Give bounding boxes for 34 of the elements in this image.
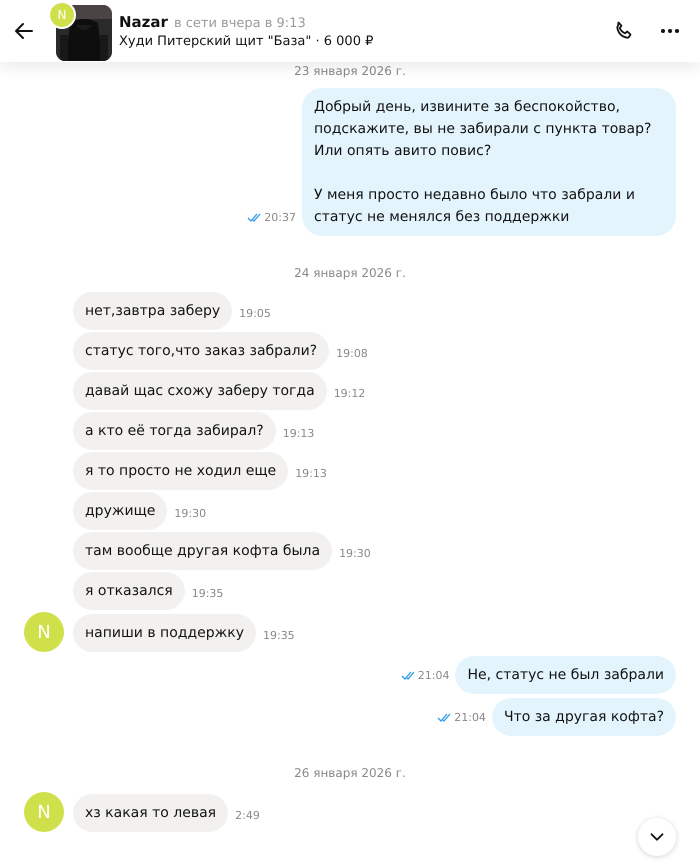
listing-title[interactable]: Худи Питерский щит "База" · 6 000 ₽ [119,34,590,49]
message-bubble[interactable]: дружище [73,492,168,530]
message-bubble[interactable]: статус того,что заказ забрали? [73,332,330,370]
message-bubble[interactable]: Что за другая кофта? [492,698,676,736]
message-time: 21:04 [454,711,486,724]
message-bubble[interactable]: Добрый день, извините за беспокойство, подскажите, вы не забирали с пункта товар? Или опять авито повис? У меня просто недавно было что забрали и статус не менялся без поддержки [302,88,676,236]
message-bubble[interactable]: нет,завтра заберу [73,292,232,330]
message-bubble[interactable]: давай щас схожу заберу тогда [73,372,327,410]
message-bubble[interactable]: напиши в поддержку [73,614,256,652]
date-separator: 26 января 2026 г. [293,765,407,782]
message-time: 19:08 [336,347,368,362]
message-time: 19:13 [282,427,314,442]
message-bubble[interactable]: я то просто не ходил еще [73,452,288,490]
message-time: 19:12 [334,387,366,402]
message-time: 2:49 [235,809,260,824]
message-time: 19:35 [262,629,295,644]
date-separator: 23 января 2026 г. [293,63,407,80]
message-time: 20:37 [264,211,296,224]
message-time: 19:30 [339,547,371,562]
message-bubble[interactable]: там вообще другая кофта была [73,532,332,570]
scroll-down-button[interactable] [638,818,676,856]
message-time: 19:35 [192,587,224,602]
message-bubble[interactable]: а кто её тогда забирал? [73,412,276,450]
message-bubble[interactable]: Не, статус не был забрали [455,656,676,694]
date-separator: 24 января 2026 г. [293,265,407,282]
message-bubble[interactable]: хз какая то левая [73,794,228,832]
message-time: 19:13 [295,467,327,482]
message-bubble[interactable]: я отказался [73,572,185,610]
online-status: в сети вчера в 9:13 [174,16,306,31]
contact-avatar: N [48,1,76,29]
message-time: 21:04 [418,669,450,682]
contact-name: Nazar [119,13,168,31]
message-time: 19:05 [239,307,271,322]
message-time: 19:30 [174,507,206,522]
